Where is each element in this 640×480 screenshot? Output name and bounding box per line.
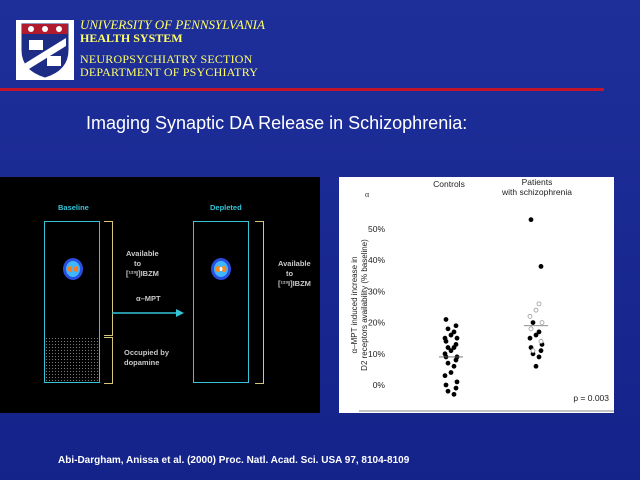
health-system-label: HEALTH SYSTEM [80, 31, 183, 45]
data-point [454, 335, 460, 341]
data-point [453, 357, 459, 363]
data-point-open [533, 307, 539, 313]
dopamine-occupied-region [45, 337, 99, 382]
data-point [527, 335, 533, 341]
scatter-plot-svg: α Controls Patients with schizophrenia α… [350, 177, 614, 412]
data-point [445, 388, 451, 394]
data-point [445, 326, 451, 332]
available-label-d3: [¹²³I]IBZM [278, 279, 311, 288]
data-point [445, 360, 451, 366]
occupied-bracket [104, 337, 113, 384]
data-point-open [536, 301, 542, 307]
data-point [454, 379, 460, 385]
available-label-d1: Available [278, 259, 311, 268]
available-label-d2: to [286, 269, 294, 278]
data-point [443, 317, 449, 322]
arrow-label: α–MPT [136, 294, 161, 303]
data-point [448, 348, 454, 354]
data-point [528, 217, 534, 223]
data-point [533, 332, 539, 338]
data-point [448, 370, 454, 375]
y-tick-label: 10% [368, 349, 385, 359]
slide-title: Imaging Synaptic DA Release in Schizophr… [86, 113, 468, 133]
occupied-label-1: Occupied by [124, 348, 170, 357]
data-point [536, 354, 542, 360]
right-arrow-icon [112, 305, 184, 323]
data-point [443, 382, 449, 388]
alpha-label: α [365, 190, 370, 199]
baseline-label: Baseline [58, 203, 89, 212]
depleted-label: Depleted [210, 203, 242, 212]
y-tick-label: 50% [368, 224, 385, 234]
y-tick-label: 0% [373, 380, 386, 390]
available-label-3: [¹²³I]IBZM [126, 269, 159, 278]
data-point [538, 348, 544, 354]
data-point [451, 391, 457, 397]
p-value-label: p = 0.003 [573, 393, 609, 403]
department-label: DEPARTMENT OF PSYCHIATRY [80, 65, 259, 79]
data-point-open [530, 348, 536, 354]
data-point [443, 338, 449, 344]
data-point-open [538, 338, 544, 344]
data-point [442, 373, 448, 379]
data-point-open [528, 326, 534, 332]
data-point [538, 264, 544, 269]
y-tick-label: 40% [368, 255, 385, 265]
receptor-diagram: Baseline Depleted Available to [¹²³I]IBZ… [0, 177, 320, 413]
patients-group-label-1: Patients [522, 177, 553, 187]
scatter-plot: α Controls Patients with schizophrenia α… [339, 177, 614, 413]
y-tick-label: 20% [368, 318, 385, 328]
available-label-2: to [134, 259, 142, 268]
penn-shield-logo [16, 20, 74, 80]
controls-group-label: Controls [433, 179, 465, 189]
y-axis-label-1: α–MPT induced increase in [350, 257, 359, 354]
data-point [448, 332, 454, 338]
data-point [453, 323, 459, 329]
available-label-1: Available [126, 249, 159, 258]
data-point [453, 385, 459, 391]
header-divider [0, 88, 604, 91]
y-tick-label: 30% [368, 286, 385, 296]
depleted-column [193, 221, 249, 383]
data-point-open [539, 320, 545, 326]
data-point-open [527, 313, 533, 319]
citation: Abi-Dargham, Anissa et al. (2000) Proc. … [58, 455, 410, 466]
data-point [533, 363, 539, 369]
available-bracket-depleted [255, 221, 264, 384]
baseline-brain-scan-icon [62, 257, 84, 286]
depleted-brain-scan-icon [210, 257, 232, 286]
data-point [451, 363, 457, 369]
patients-group-label-2: with schizophrenia [501, 187, 572, 197]
data-point [530, 320, 536, 326]
occupied-label-2: dopamine [124, 358, 160, 367]
